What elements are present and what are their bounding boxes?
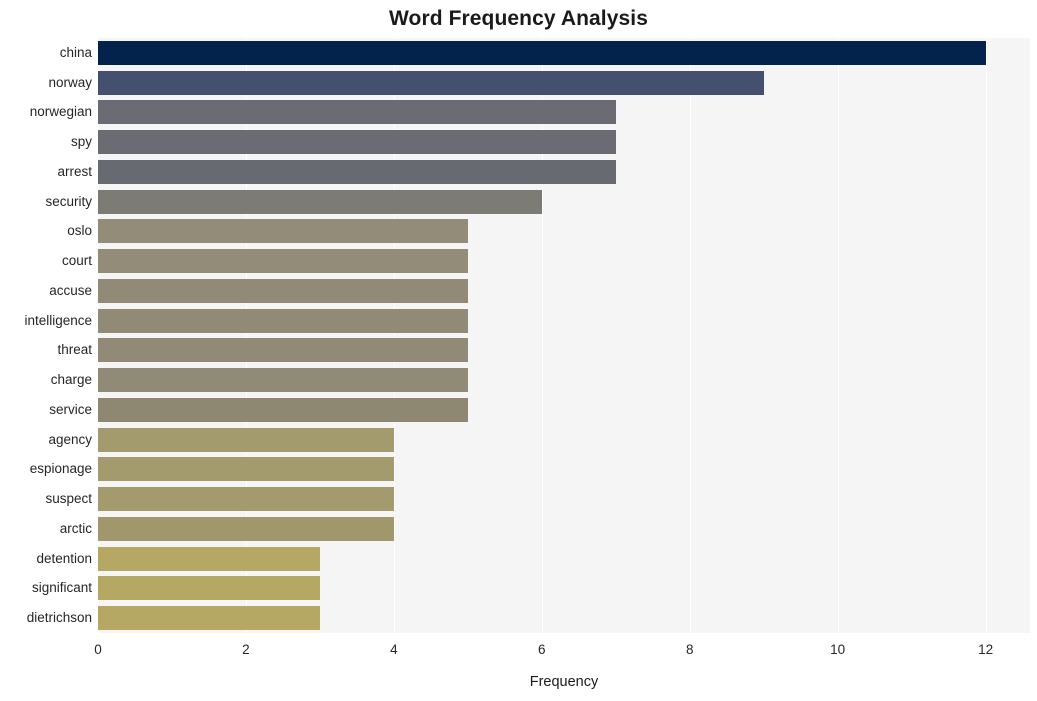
bar-row — [98, 457, 1030, 482]
y-tick-label-norway: norway — [48, 74, 92, 90]
y-tick-label-court: court — [61, 253, 92, 269]
bar-row — [98, 368, 1030, 393]
bar-row — [98, 249, 1030, 274]
bar-china — [98, 40, 986, 65]
bar-row — [98, 189, 1030, 214]
x-tick-label-10: 10 — [830, 642, 846, 657]
y-tick-label-arrest: arrest — [57, 163, 92, 179]
x-tick-label-12: 12 — [978, 642, 994, 657]
bar-court — [98, 249, 468, 274]
bar-row — [98, 40, 1030, 65]
bar-row — [98, 338, 1030, 363]
y-tick-label-agency: agency — [48, 431, 92, 447]
x-tick-label-2: 2 — [242, 642, 250, 657]
bar-threat — [98, 338, 468, 363]
bar-service — [98, 397, 468, 422]
y-tick-label-espionage: espionage — [29, 461, 92, 477]
bar-row — [98, 546, 1030, 571]
bar-row — [98, 516, 1030, 541]
bar-row — [98, 427, 1030, 452]
bar-row — [98, 278, 1030, 303]
bars-layer — [98, 38, 1030, 633]
bar-row — [98, 487, 1030, 512]
bar-norway — [98, 70, 764, 95]
bar-row — [98, 159, 1030, 184]
bar-espionage — [98, 457, 394, 482]
bar-significant — [98, 576, 320, 601]
bar-arctic — [98, 516, 394, 541]
y-tick-label-dietrichson: dietrichson — [26, 610, 92, 626]
y-tick-label-spy: spy — [70, 134, 92, 150]
y-tick-label-service: service — [49, 401, 92, 417]
bar-detention — [98, 546, 320, 571]
bar-row — [98, 130, 1030, 155]
chart-title: Word Frequency Analysis — [388, 7, 649, 30]
y-tick-label-intelligence: intelligence — [24, 312, 92, 328]
y-tick-label-china: china — [59, 44, 92, 60]
plot-area — [98, 38, 1030, 633]
y-tick-label-norwegian: norwegian — [29, 104, 92, 120]
bar-suspect — [98, 487, 394, 512]
bar-row — [98, 70, 1030, 95]
bar-norwegian — [98, 100, 616, 125]
x-tick-label-4: 4 — [390, 642, 398, 657]
bar-row — [98, 308, 1030, 333]
bar-dietrichson — [98, 606, 320, 631]
bar-row — [98, 606, 1030, 631]
bar-charge — [98, 368, 468, 393]
bar-row — [98, 397, 1030, 422]
x-tick-label-6: 6 — [538, 642, 546, 657]
bar-arrest — [98, 159, 616, 184]
x-tick-label-0: 0 — [94, 642, 102, 657]
y-tick-label-accuse: accuse — [49, 282, 92, 298]
y-tick-label-detention: detention — [36, 550, 92, 566]
y-tick-label-significant: significant — [31, 580, 92, 596]
y-tick-label-security: security — [45, 193, 92, 209]
bar-oslo — [98, 219, 468, 244]
y-axis-tick-labels: china norway norwegian spy arrest security osl… — [0, 38, 92, 633]
bar-row — [98, 100, 1030, 125]
bar-agency — [98, 427, 394, 452]
bar-spy — [98, 130, 616, 155]
bar-intelligence — [98, 308, 468, 333]
bar-row — [98, 219, 1030, 244]
bar-row — [98, 576, 1030, 601]
x-axis-title: Frequency — [529, 674, 599, 690]
bar-accuse — [98, 278, 468, 303]
bar-security — [98, 189, 542, 214]
y-tick-label-charge: charge — [50, 372, 92, 388]
y-tick-label-suspect: suspect — [45, 491, 92, 507]
x-tick-label-8: 8 — [685, 642, 694, 657]
word-frequency-chart: Word Frequency Analysis china norway norwe… — [0, 0, 1037, 701]
y-tick-label-arctic: arctic — [59, 520, 92, 536]
x-axis-tick-labels: 0 2 4 6 8 10 12 — [94, 633, 1030, 663]
y-tick-label-threat: threat — [57, 342, 92, 358]
y-tick-label-oslo: oslo — [67, 223, 92, 239]
